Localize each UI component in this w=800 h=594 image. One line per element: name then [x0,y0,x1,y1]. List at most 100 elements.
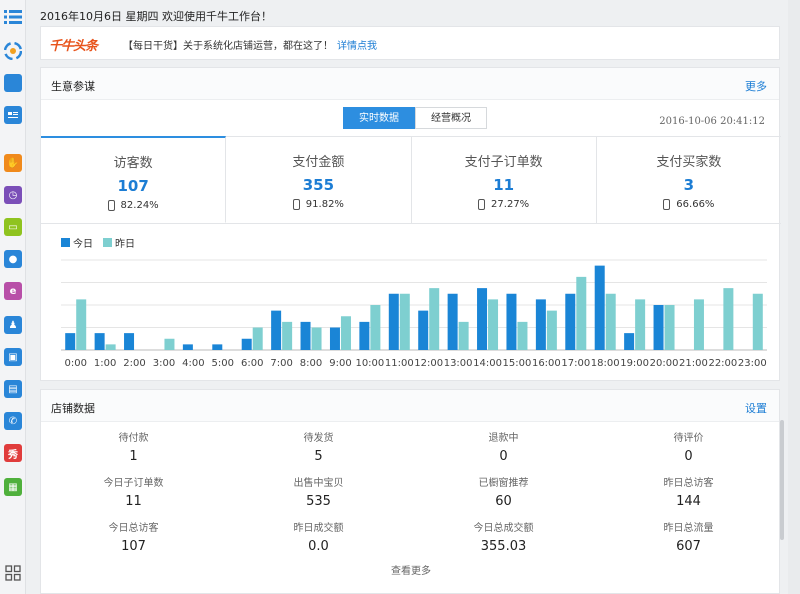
bar-today[interactable] [506,293,517,350]
stat-sub-orders[interactable]: 支付子订单数 11 27.27% [412,137,597,223]
phone-icon[interactable]: ✆ [4,412,22,430]
store-stat-cell: 今日总成交额 355.03 [411,512,596,557]
bar-yesterday[interactable] [664,305,675,350]
store-stat-value[interactable]: 1 [41,449,226,464]
qianniu-logo-icon[interactable] [4,42,22,60]
store-panel-title: 店铺数据 [51,402,95,415]
store-stat-value[interactable]: 60 [411,494,596,509]
bar-today[interactable] [182,344,193,350]
store-stat-cell: 昨日成交额 0.0 [226,512,411,557]
store-stat-value[interactable]: 0.0 [226,539,411,554]
menu-icon[interactable] [4,8,22,26]
stats-row: 访客数 107 82.24% 支付金额 355 91.82% 支付子订单数 11… [41,136,781,224]
bar-yesterday[interactable] [340,316,351,350]
mobile-icon [478,199,486,210]
x-tick-label: 21:00 [679,358,708,369]
store-stat-cell: 待发货 5 [226,422,411,467]
store-stat-value[interactable]: 0 [411,449,596,464]
bag-icon[interactable]: ▣ [4,348,22,366]
tab-business-overview[interactable]: 经营概况 [415,107,487,129]
bar-today[interactable] [535,299,546,350]
bar-yesterday[interactable] [311,327,322,351]
store-stat-value[interactable]: 607 [596,539,781,554]
tab-realtime-data[interactable]: 实时数据 [343,107,415,129]
store-stat-value[interactable]: 5 [226,449,411,464]
bar-yesterday[interactable] [635,299,646,350]
bar-today[interactable] [624,333,635,350]
calendar-icon[interactable]: ▦ [4,478,22,496]
bar-today[interactable] [388,293,399,350]
hourly-visitors-chart: 0:00 1:00 2:00 3:00 4:00 5:00 6:00 7:00 8:00 9:00… [61,259,767,369]
bar-yesterday[interactable] [282,321,293,350]
store-settings-link[interactable]: 设置 [745,400,767,416]
bar-yesterday[interactable] [429,288,440,350]
bar-today[interactable] [329,327,340,351]
stat-mobile-pct: 66.66% [597,199,781,210]
stat-pct-text: 27.27% [491,199,530,210]
x-tick-label: 22:00 [708,358,737,369]
bar-today[interactable] [124,333,135,350]
apps-grid-icon[interactable] [4,564,22,582]
store-stat-value[interactable]: 144 [596,494,781,509]
stat-label: 访客数 [113,156,153,171]
bar-yesterday[interactable] [76,299,87,350]
bar-yesterday[interactable] [605,293,616,350]
bar-yesterday[interactable] [752,293,763,350]
store-stat-value[interactable]: 355.03 [411,539,596,554]
bar-today[interactable] [300,321,311,350]
bar-yesterday[interactable] [105,344,116,350]
clock-icon[interactable]: ◷ [4,186,22,204]
business-more-link[interactable]: 更多 [745,78,767,94]
bar-yesterday[interactable] [517,321,528,350]
shopping-bag-icon[interactable] [4,74,22,92]
store-icon[interactable]: ▭ [4,218,22,236]
bar-yesterday[interactable] [399,293,410,350]
store-stat-cell: 退款中 0 [411,422,596,467]
bar-today[interactable] [241,338,252,350]
e-icon[interactable]: e [4,282,22,300]
stat-visitors[interactable]: 访客数 107 82.24% [41,136,227,223]
bar-yesterday[interactable] [693,299,704,350]
bar-today[interactable] [94,333,105,350]
x-tick-label: 4:00 [182,358,204,369]
store-stat-value[interactable]: 0 [596,449,781,464]
report-icon[interactable]: ▤ [4,380,22,398]
bar-yesterday[interactable] [458,321,469,350]
stat-mobile-pct: 27.27% [412,199,596,210]
chat-icon[interactable]: ● [4,250,22,268]
store-stat-label: 出售中宝贝 [293,478,344,489]
stat-label: 支付金额 [292,155,345,170]
store-stat-value[interactable]: 107 [41,539,226,554]
store-stat-value[interactable]: 11 [41,494,226,509]
news-detail-link[interactable]: 详情点我 [337,41,377,52]
bar-yesterday[interactable] [488,299,499,350]
store-stat-cell: 待评价 0 [596,422,781,467]
scrollbar-thumb[interactable] [780,420,784,540]
bar-yesterday[interactable] [576,276,587,350]
bar-yesterday[interactable] [370,305,381,350]
bar-today[interactable] [594,265,605,350]
id-card-icon[interactable] [4,106,22,124]
bar-yesterday[interactable] [546,310,557,350]
bar-today[interactable] [447,293,458,350]
bar-yesterday[interactable] [252,327,263,351]
stat-payment-amount[interactable]: 支付金额 355 91.82% [226,137,412,223]
bar-today[interactable] [271,310,282,350]
stat-buyers[interactable]: 支付买家数 3 66.66% [597,137,781,223]
x-tick-label: 0:00 [64,358,86,369]
user-icon[interactable]: ♟ [4,316,22,334]
view-more-link[interactable]: 查看更多 [41,562,781,577]
bar-today[interactable] [565,293,576,350]
hand-icon[interactable]: ✋ [4,154,22,172]
bar-today[interactable] [653,305,664,350]
bar-today[interactable] [65,333,76,350]
bar-today[interactable] [477,288,488,350]
bar-today[interactable] [212,344,223,350]
show-icon[interactable]: 秀 [4,444,22,462]
store-stat-value[interactable]: 535 [226,494,411,509]
bar-today[interactable] [359,321,370,350]
x-tick-label: 17:00 [561,358,590,369]
bar-yesterday[interactable] [723,288,734,350]
bar-yesterday[interactable] [164,338,175,350]
bar-today[interactable] [418,310,429,350]
